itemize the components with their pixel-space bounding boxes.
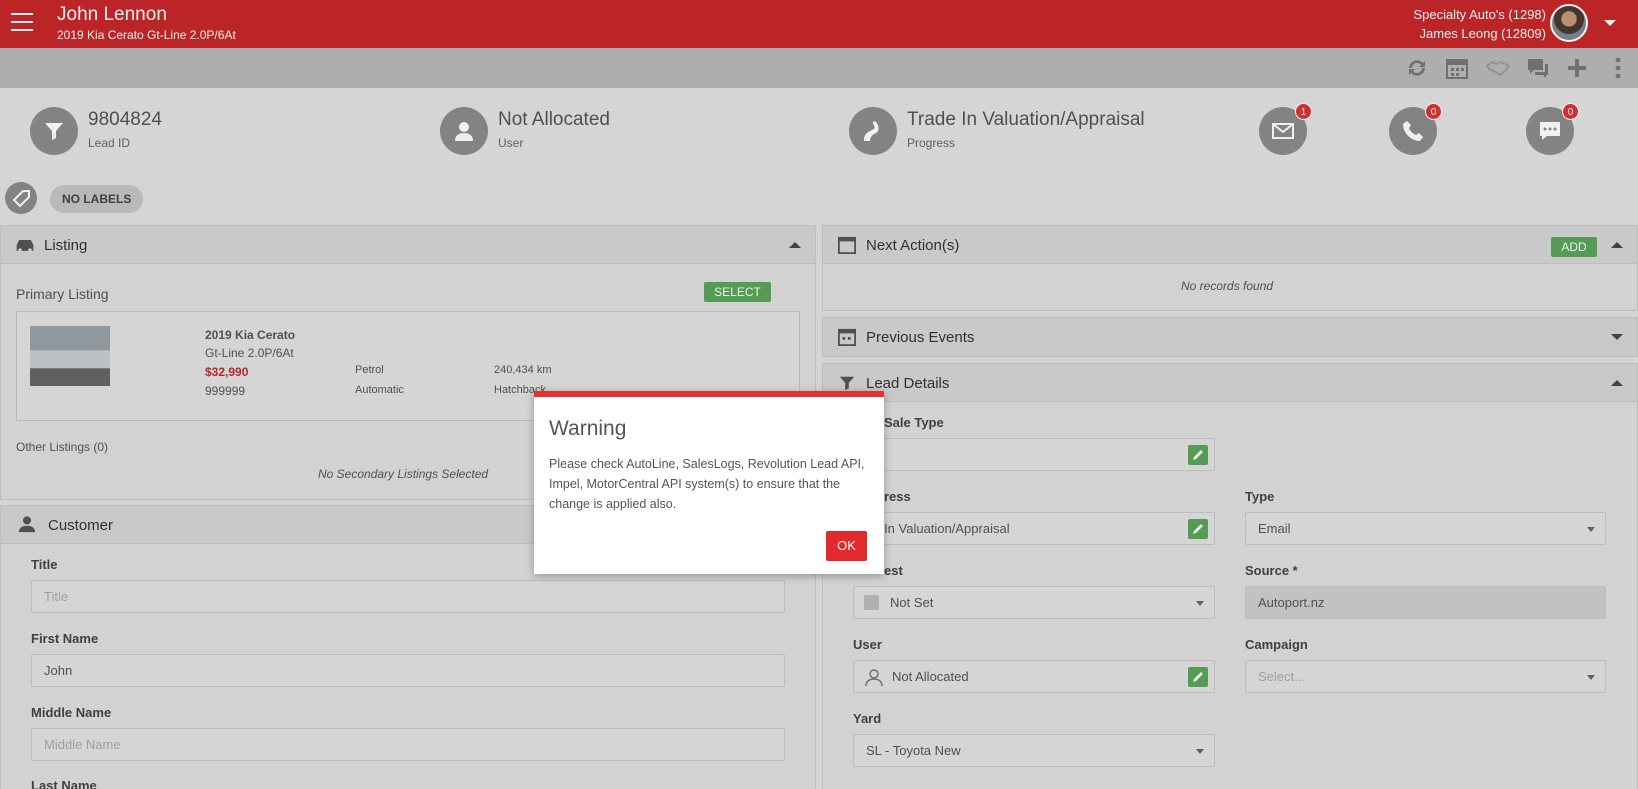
ok-button[interactable]: OK: [826, 531, 867, 561]
dialog-message: Please check AutoLine, SalesLogs, Revolu…: [549, 457, 865, 511]
warning-dialog: Warning Please check AutoLine, SalesLogs…: [534, 391, 884, 574]
dialog-title: Warning: [549, 417, 627, 440]
